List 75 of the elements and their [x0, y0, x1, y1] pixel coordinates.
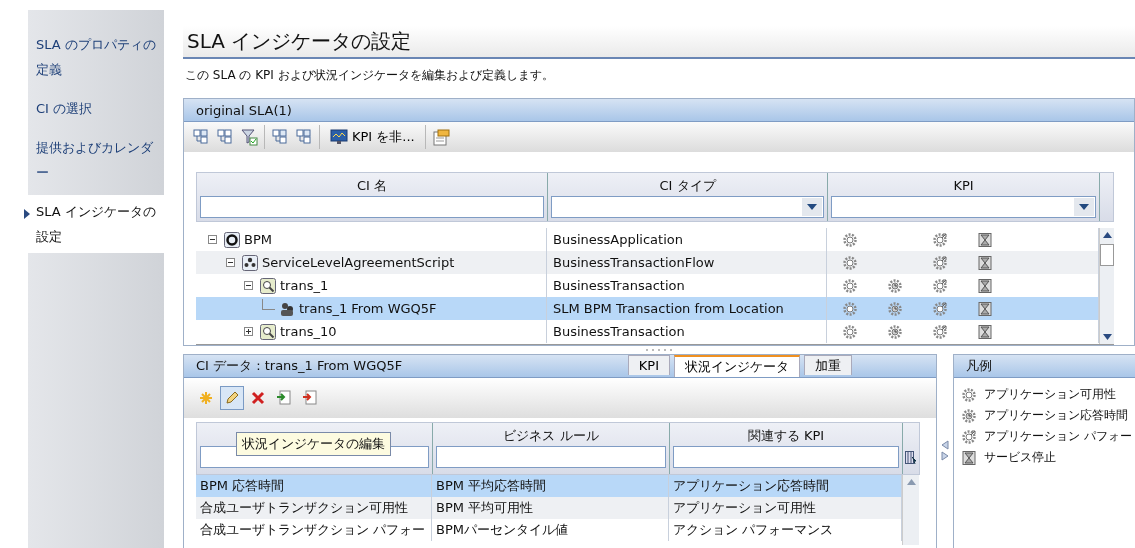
tooltip: 状況インジケータの編集 [236, 432, 391, 456]
magnifier-icon [260, 323, 276, 340]
tree-row[interactable]: ServiceLevelAgreementScript BusinessTransactionFlow [196, 251, 1099, 274]
column-header: CI 名 [197, 173, 548, 221]
pencil-icon[interactable] [220, 386, 244, 410]
gear-clock-icon [887, 324, 902, 339]
ci-name: BPM [244, 231, 272, 249]
legend-label: アプリケーション可用性 [984, 386, 1116, 403]
tab[interactable]: 状況インジケータ [674, 355, 800, 377]
filter-field[interactable] [436, 446, 666, 468]
table-cell: 合成ユーザトランザクション パフォー [196, 519, 432, 541]
target-icon [224, 231, 240, 248]
ci-name: ServiceLevelAgreementScript [262, 254, 455, 272]
filter-dropdown[interactable] [831, 196, 1096, 218]
ci-name: trans_1 [280, 277, 329, 295]
table-cell: BPMパーセンタイル値 [432, 519, 669, 541]
gear-clock-icon [887, 301, 902, 316]
tab[interactable]: 加重 [804, 355, 852, 375]
column-header: ビジネス ルール [433, 423, 670, 474]
properties-icon[interactable] [431, 128, 450, 146]
hourglass-icon [977, 324, 992, 339]
scroll-up-icon[interactable] [1102, 231, 1112, 239]
expand-toggle[interactable] [244, 327, 256, 336]
column-header: 関連する KPI [670, 423, 903, 474]
filter-icon[interactable] [240, 128, 258, 146]
collapse-handle[interactable] [941, 440, 949, 462]
legend-label: サービス停止 [984, 449, 1056, 466]
gear-check-icon [842, 255, 857, 270]
hide-kpi-button[interactable]: KPI を非... [326, 128, 419, 146]
gear-check-icon [842, 301, 857, 316]
scrollbar[interactable] [1099, 228, 1114, 344]
table-row[interactable]: 合成ユーザトランザクション可用性 BPM 平均可用性 アプリケーション可用性 [196, 497, 902, 519]
panel-title: original SLA(1) [196, 102, 292, 118]
column-chooser-icon[interactable] [905, 451, 917, 465]
scroll-down-icon[interactable] [1102, 333, 1112, 341]
panel-title: CI データ : trans_1 From WGQ5F [196, 357, 403, 375]
magnifier-icon [260, 277, 276, 294]
table-row[interactable]: BPM 応答時間 BPM 平均応答時間 アプリケーション応答時間 [196, 475, 902, 497]
hourglass-icon [977, 255, 992, 270]
gear-check-icon [842, 278, 857, 293]
hourglass-icon [977, 301, 992, 316]
ci-name: trans_1 From WGQ5F [299, 300, 437, 318]
ci-name: trans_10 [280, 323, 337, 341]
people-icon [279, 300, 295, 317]
sidebar-item[interactable]: 提供およびカレンダー [28, 131, 164, 189]
expand-toggle[interactable] [208, 235, 220, 244]
column-header: CI タイプ [548, 173, 828, 221]
people-icon [242, 254, 258, 271]
filter-field[interactable] [200, 196, 544, 218]
filter-field[interactable] [673, 446, 899, 468]
gear-check-icon [842, 232, 857, 247]
scroll-thumb[interactable] [1100, 244, 1114, 266]
page-description: この SLA の KPI および状況インジケータを編集および定義します。 [184, 67, 555, 84]
monitor-icon [330, 129, 348, 145]
hourglass-icon [977, 278, 992, 293]
sidebar-item[interactable]: SLA のプロパティの定義 [28, 28, 164, 86]
scrollbar[interactable] [902, 475, 919, 545]
panel-title: 凡例 [966, 357, 992, 375]
gear-check-icon [962, 387, 976, 402]
column-header: KPI [828, 173, 1100, 221]
sidebar-item[interactable]: CI の選択 [28, 92, 164, 125]
legend-label: アプリケーション応答時間 [984, 407, 1128, 424]
gear-check-icon [842, 324, 857, 339]
table-cell: BusinessTransaction [547, 320, 827, 343]
expand-toggle[interactable] [244, 281, 256, 290]
gear-clock-icon [887, 278, 902, 293]
hourglass-icon [977, 232, 992, 247]
tab[interactable]: KPI [627, 355, 670, 375]
expand-toggle[interactable] [226, 258, 238, 267]
legend-label: アプリケーション パフォー [984, 428, 1132, 445]
copy-icon[interactable] [216, 128, 234, 146]
tree-row[interactable]: trans_1 From WGQ5F SLM BPM Transaction from Location [196, 297, 1099, 320]
filter-dropdown[interactable] [551, 196, 824, 218]
gear-clock-icon [962, 408, 976, 423]
hourglass-icon [962, 450, 976, 465]
